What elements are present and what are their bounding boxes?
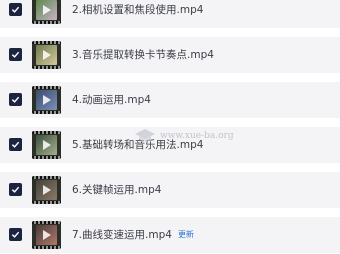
play-icon — [43, 95, 51, 105]
check-icon — [11, 96, 20, 103]
play-icon — [43, 50, 51, 60]
item-title[interactable]: 4.动画运用.mp4 — [72, 93, 151, 107]
item-title-text: 4.动画运用.mp4 — [72, 94, 151, 106]
item-checkbox[interactable] — [9, 93, 22, 106]
graduation-cap-icon — [135, 129, 155, 142]
check-icon — [11, 6, 20, 13]
check-icon — [11, 51, 20, 58]
item-title[interactable]: 7.曲线变速运用.mp4 更新 — [72, 228, 194, 242]
playlist-item[interactable]: 3.音乐提取转换卡节奏点.mp4 — [0, 37, 340, 74]
item-title-text: 2.相机设置和焦段使用.mp4 — [72, 4, 204, 16]
item-title-text: 6.关键帧运用.mp4 — [72, 184, 162, 196]
watermark: www.xue-ba.org — [134, 124, 254, 148]
item-title[interactable]: 6.关键帧运用.mp4 — [72, 183, 161, 197]
playlist-item[interactable]: 7.曲线变速运用.mp4 更新 — [0, 217, 340, 254]
item-title[interactable]: 2.相机设置和焦段使用.mp4 — [72, 3, 203, 17]
check-icon — [11, 231, 20, 238]
check-icon — [11, 141, 20, 148]
check-icon — [11, 186, 20, 193]
item-checkbox[interactable] — [9, 138, 22, 151]
video-thumbnail[interactable] — [32, 86, 61, 114]
item-checkbox[interactable] — [9, 3, 22, 16]
video-thumbnail[interactable] — [32, 176, 61, 204]
play-icon — [43, 140, 51, 150]
item-title-text: 7.曲线变速运用.mp4 — [72, 229, 172, 241]
video-thumbnail[interactable] — [32, 221, 61, 249]
playlist-item[interactable]: 4.动画运用.mp4 — [0, 82, 340, 119]
playlist-item[interactable]: 6.关键帧运用.mp4 — [0, 172, 340, 209]
item-checkbox[interactable] — [9, 228, 22, 241]
video-thumbnail[interactable] — [32, 131, 61, 159]
watermark-text: www.xue-ba.org — [160, 131, 234, 141]
playlist-item[interactable]: 2.相机设置和焦段使用.mp4 — [0, 0, 340, 29]
play-icon — [43, 185, 51, 195]
video-thumbnail[interactable] — [32, 41, 61, 69]
item-title[interactable]: 3.音乐提取转换卡节奏点.mp4 — [72, 48, 214, 62]
item-title-text: 3.音乐提取转换卡节奏点.mp4 — [72, 49, 214, 61]
item-checkbox[interactable] — [9, 183, 22, 196]
update-badge: 更新 — [177, 230, 194, 239]
video-thumbnail[interactable] — [32, 0, 61, 24]
play-icon — [43, 5, 51, 15]
play-icon — [43, 230, 51, 240]
item-checkbox[interactable] — [9, 48, 22, 61]
